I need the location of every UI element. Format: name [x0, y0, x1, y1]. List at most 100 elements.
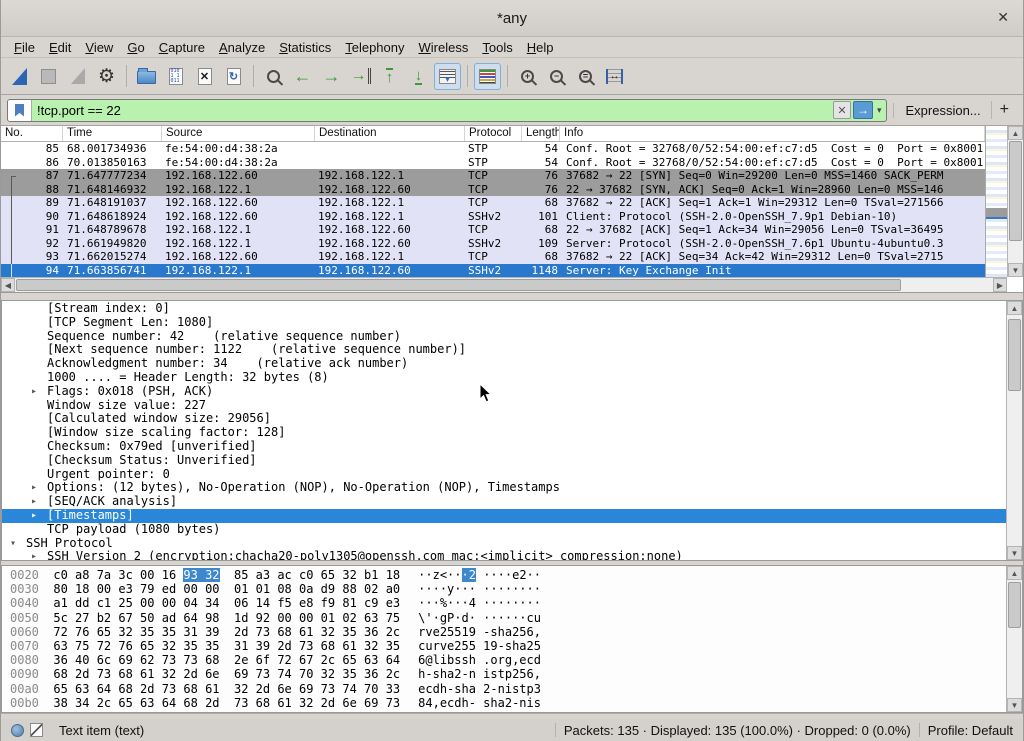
scroll-down-icon[interactable]: ▼	[1007, 698, 1022, 712]
filter-apply-button[interactable]: →	[853, 101, 873, 119]
open-file-button[interactable]	[133, 63, 160, 90]
expression-button[interactable]: Expression...	[893, 103, 991, 118]
zoom-original-button[interactable]: =	[572, 63, 599, 90]
detail-line[interactable]: ▸SSH Version 2 (encryption:chacha20-poly…	[2, 550, 1006, 561]
expert-info-icon[interactable]	[11, 724, 24, 737]
detail-line[interactable]: Acknowledgment number: 34 (relative ack …	[2, 357, 1006, 371]
hex-row-0060[interactable]: 0060 72 76 65 32 35 35 31 39 2d 73 68 61…	[2, 625, 1006, 639]
detail-line[interactable]: [TCP Segment Len: 1080]	[2, 316, 1006, 330]
zoom-in-button[interactable]: +	[514, 63, 541, 90]
vscroll-thumb[interactable]	[1009, 141, 1022, 241]
detail-line[interactable]: ▾SSH Protocol	[2, 537, 1006, 551]
menu-file[interactable]: File	[7, 40, 42, 55]
packet-list-hscrollbar[interactable]: ◀ ▶	[1, 277, 1007, 292]
packet-row-92[interactable]: 9271.661949820192.168.122.1192.168.122.6…	[1, 237, 985, 251]
scroll-up-icon[interactable]: ▲	[1007, 566, 1022, 580]
menu-edit[interactable]: Edit	[42, 40, 78, 55]
hex-row-00a0[interactable]: 00a0 65 63 64 68 2d 73 68 61 32 2d 6e 69…	[2, 682, 1006, 696]
detail-line[interactable]: [Stream index: 0]	[2, 302, 1006, 316]
expand-icon[interactable]: ▸	[31, 385, 37, 399]
profile-button[interactable]: Profile: Default	[928, 723, 1013, 738]
scroll-up-icon[interactable]: ▲	[1007, 301, 1022, 315]
collapse-icon[interactable]: ▾	[10, 537, 16, 551]
scroll-down-icon[interactable]: ▼	[1007, 546, 1022, 560]
hex-row-0040[interactable]: 0040 a1 dd c1 25 00 00 04 34 06 14 f5 e8…	[2, 596, 1006, 610]
detail-line[interactable]: [Checksum Status: Unverified]	[2, 454, 1006, 468]
filter-history-dropdown[interactable]: ▾	[873, 105, 886, 116]
colorize-button[interactable]	[474, 63, 501, 90]
go-forward-button[interactable]: →	[318, 63, 345, 90]
display-filter-field[interactable]: ✕ → ▾	[7, 99, 887, 122]
vscroll-thumb[interactable]	[1008, 582, 1021, 628]
detail-line[interactable]: Urgent pointer: 0	[2, 468, 1006, 482]
pane-splitter[interactable]	[1, 293, 1023, 300]
add-filter-button[interactable]: +	[991, 101, 1017, 119]
resize-columns-button[interactable]: ↔	[601, 63, 628, 90]
filter-clear-button[interactable]: ✕	[833, 101, 851, 119]
expand-icon[interactable]: ▸	[31, 481, 37, 495]
detail-line[interactable]: ▸[SEQ/ACK analysis]	[2, 495, 1006, 509]
menu-wireless[interactable]: Wireless	[412, 40, 476, 55]
menu-view[interactable]: View	[78, 40, 120, 55]
save-file-button[interactable]: 0101 1011	[162, 63, 189, 90]
column-header-source[interactable]: Source	[162, 126, 315, 141]
vscroll-thumb[interactable]	[1008, 319, 1021, 391]
column-header-protocol[interactable]: Protocol	[465, 126, 522, 141]
packet-list-minimap[interactable]	[985, 126, 1007, 277]
expand-icon[interactable]: ▸	[31, 495, 37, 509]
scroll-right-icon[interactable]: ▶	[993, 278, 1007, 292]
hscroll-thumb[interactable]	[16, 279, 901, 291]
restart-capture-button[interactable]	[64, 63, 91, 90]
detail-line[interactable]: [Calculated window size: 29056]	[2, 412, 1006, 426]
close-file-button[interactable]: ✕	[191, 63, 218, 90]
go-to-packet-button[interactable]: →	[347, 63, 374, 90]
packet-row-86[interactable]: 8670.013850163fe:54:00:d4:38:2aSTP54Conf…	[1, 156, 985, 170]
menu-analyze[interactable]: Analyze	[212, 40, 272, 55]
auto-scroll-button[interactable]: ▾	[434, 63, 461, 90]
hex-row-00b0[interactable]: 00b0 38 34 2c 65 63 64 68 2d 73 68 61 32…	[2, 696, 1006, 710]
bytes-vscrollbar[interactable]: ▲ ▼	[1006, 566, 1022, 712]
capture-comment-icon[interactable]	[30, 723, 43, 737]
hex-row-0080[interactable]: 0080 36 40 6c 69 62 73 73 68 2e 6f 72 67…	[2, 653, 1006, 667]
scroll-down-icon[interactable]: ▼	[1008, 263, 1023, 277]
scroll-up-icon[interactable]: ▲	[1008, 126, 1023, 140]
go-last-packet-button[interactable]: ↓	[405, 63, 432, 90]
detail-line[interactable]: ▸[Timestamps]	[2, 509, 1006, 523]
capture-options-button[interactable]: ⚙	[93, 63, 120, 90]
menu-statistics[interactable]: Statistics	[272, 40, 338, 55]
display-filter-input[interactable]	[32, 103, 833, 118]
menu-capture[interactable]: Capture	[152, 40, 212, 55]
packet-row-90[interactable]: 9071.648618924192.168.122.60192.168.122.…	[1, 210, 985, 224]
go-first-packet-button[interactable]: ↑	[376, 63, 403, 90]
expand-icon[interactable]: ▸	[31, 550, 37, 561]
column-header-destination[interactable]: Destination	[315, 126, 465, 141]
detail-line[interactable]: TCP payload (1080 bytes)	[2, 523, 1006, 537]
scroll-left-icon[interactable]: ◀	[1, 278, 15, 292]
packet-list-vscrollbar[interactable]: ▲ ▼	[1007, 126, 1023, 277]
detail-line[interactable]: ▸Flags: 0x018 (PSH, ACK)	[2, 385, 1006, 399]
packet-row-88[interactable]: 8871.648146932192.168.122.1192.168.122.6…	[1, 183, 985, 197]
hex-row-0050[interactable]: 0050 5c 27 b2 67 50 ad 64 98 1d 92 00 00…	[2, 611, 1006, 625]
menu-help[interactable]: Help	[520, 40, 561, 55]
column-header-length[interactable]: Length	[522, 126, 560, 141]
expand-icon[interactable]: ▸	[31, 509, 37, 523]
menu-telephony[interactable]: Telephony	[338, 40, 411, 55]
reload-file-button[interactable]: ↻	[220, 63, 247, 90]
detail-line[interactable]: Window size value: 227	[2, 399, 1006, 413]
packet-row-85[interactable]: 8568.001734936fe:54:00:d4:38:2aSTP54Conf…	[1, 142, 985, 156]
detail-line[interactable]: 1000 .... = Header Length: 32 bytes (8)	[2, 371, 1006, 385]
detail-line[interactable]: Checksum: 0x79ed [unverified]	[2, 440, 1006, 454]
packet-row-94[interactable]: 9471.663856741192.168.122.1192.168.122.6…	[1, 264, 985, 278]
column-header-info[interactable]: Info	[560, 126, 985, 141]
hex-row-0090[interactable]: 0090 68 2d 73 68 61 32 2d 6e 69 73 74 70…	[2, 667, 1006, 681]
hex-row-0070[interactable]: 0070 63 75 72 76 65 32 35 35 31 39 2d 73…	[2, 639, 1006, 653]
packet-row-91[interactable]: 9171.648789678192.168.122.1192.168.122.6…	[1, 223, 985, 237]
packet-row-89[interactable]: 8971.648191037192.168.122.60192.168.122.…	[1, 196, 985, 210]
details-vscrollbar[interactable]: ▲ ▼	[1006, 301, 1022, 560]
hex-row-0030[interactable]: 0030 80 18 00 e3 79 ed 00 00 01 01 08 0a…	[2, 582, 1006, 596]
detail-line[interactable]: ▸Options: (12 bytes), No-Operation (NOP)…	[2, 481, 1006, 495]
filter-bookmark-button[interactable]	[8, 100, 32, 121]
menu-tools[interactable]: Tools	[475, 40, 519, 55]
packet-row-93[interactable]: 9371.662015274192.168.122.60192.168.122.…	[1, 250, 985, 264]
hex-row-0020[interactable]: 0020 c0 a8 7a 3c 00 16 93 32 85 a3 ac c0…	[2, 568, 1006, 582]
